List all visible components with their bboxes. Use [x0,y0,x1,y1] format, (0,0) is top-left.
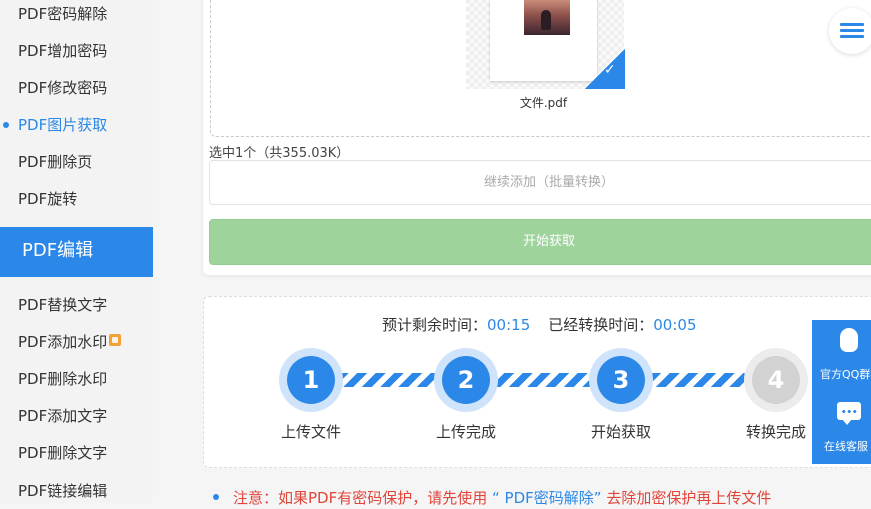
sidebar-item-label: PDF删除页 [18,153,93,171]
elapsed-time-label: 已经转换时间： [548,316,654,334]
sidebar-item-pdf-rotate[interactable]: PDF旋转 [0,181,153,217]
add-more-button[interactable]: 继续添加（批量转换） [209,160,871,205]
remaining-time-value: 00:15 [487,316,531,334]
online-service-button[interactable]: 在线客服 [812,392,871,464]
sidebar-section-pdf-edit[interactable]: PDF编辑 [0,227,153,277]
sidebar-item-pdf-link-edit[interactable]: PDF链接编辑 [0,473,153,509]
sidebar: PDF密码解除 PDF增加密码 PDF修改密码 PDF图片获取 PDF删除页 P… [0,0,153,503]
qq-group-label: 官方QQ群 [820,368,871,381]
new-badge-icon [109,334,122,346]
chat-icon [837,400,861,426]
sidebar-item-pdf-change-password[interactable]: PDF修改密码 [0,70,153,106]
file-preview-image [524,0,570,35]
password-notice: 注意：如果PDF有密码保护，请先使用 “ PDF密码解除” 去除加密保护再上传文… [213,487,771,508]
sidebar-item-pdf-image-extract[interactable]: PDF图片获取 [0,107,153,143]
progress-track [311,373,776,387]
remaining-time-label: 预计剩余时间： [382,316,488,334]
sidebar-item-pdf-delete-watermark[interactable]: PDF删除水印 [0,361,153,397]
notice-prefix: 注意：如果PDF有密码保护，请先使用 [233,489,488,507]
elapsed-time-value: 00:05 [653,316,697,334]
start-extract-button[interactable]: 开始获取 [209,219,871,265]
step-4-circle: 4 [744,348,808,412]
sidebar-item-label: PDF添加文字 [18,407,108,425]
step-4-label: 转换完成 [745,423,806,441]
sidebar-item-label: PDF密码解除 [18,5,108,23]
sidebar-item-label: PDF替换文字 [18,296,108,314]
timing-info: 预计剩余时间：00:15 已经转换时间：00:05 [382,314,697,335]
qq-group-button[interactable]: 官方QQ群 [812,320,871,392]
notice-suffix: 去除加密保护再上传文件 [606,489,772,507]
sidebar-section-title: PDF编辑 [22,240,94,261]
check-icon: ✓ [604,62,616,78]
step-3-label: 开始获取 [590,423,651,441]
step-2-circle: 2 [434,348,498,412]
step-number: 4 [752,356,800,404]
step-number: 1 [287,356,335,404]
floating-contact-panel: 官方QQ群 在线客服 [812,320,871,464]
sidebar-item-label: PDF添加水印 [18,333,108,351]
bullet-icon [213,494,219,500]
sidebar-item-pdf-add-watermark[interactable]: PDF添加水印 [0,324,153,360]
step-number: 3 [597,356,645,404]
pdf-password-remove-link[interactable]: “ PDF密码解除” [492,489,602,507]
file-name: 文件.pdf [519,96,568,110]
step-3-circle: 3 [589,348,653,412]
sidebar-item-label: PDF图片获取 [18,116,108,134]
step-number: 2 [442,356,490,404]
menu-button[interactable] [829,8,871,54]
sidebar-item-pdf-add-password[interactable]: PDF增加密码 [0,33,153,69]
sidebar-item-label: PDF增加密码 [18,42,108,60]
sidebar-item-pdf-delete-text[interactable]: PDF删除文字 [0,435,153,471]
qq-icon [837,328,861,354]
sidebar-item-pdf-replace-text[interactable]: PDF替换文字 [0,287,153,323]
selected-file-info: 选中1个（共355.03K） [209,146,350,161]
active-dot-icon [3,122,9,128]
sidebar-item-label: PDF删除文字 [18,444,108,462]
step-1-circle: 1 [279,348,343,412]
sidebar-item-label: PDF旋转 [18,190,78,208]
step-1-label: 上传文件 [280,423,341,441]
sidebar-item-label: PDF链接编辑 [18,482,108,500]
sidebar-item-pdf-password-remove[interactable]: PDF密码解除 [0,0,153,32]
sidebar-item-pdf-delete-page[interactable]: PDF删除页 [0,144,153,180]
sidebar-item-pdf-add-text[interactable]: PDF添加文字 [0,398,153,434]
step-2-label: 上传完成 [435,423,496,441]
sidebar-item-label: PDF删除水印 [18,370,108,388]
online-service-label: 在线客服 [824,440,868,453]
sidebar-item-label: PDF修改密码 [18,79,108,97]
